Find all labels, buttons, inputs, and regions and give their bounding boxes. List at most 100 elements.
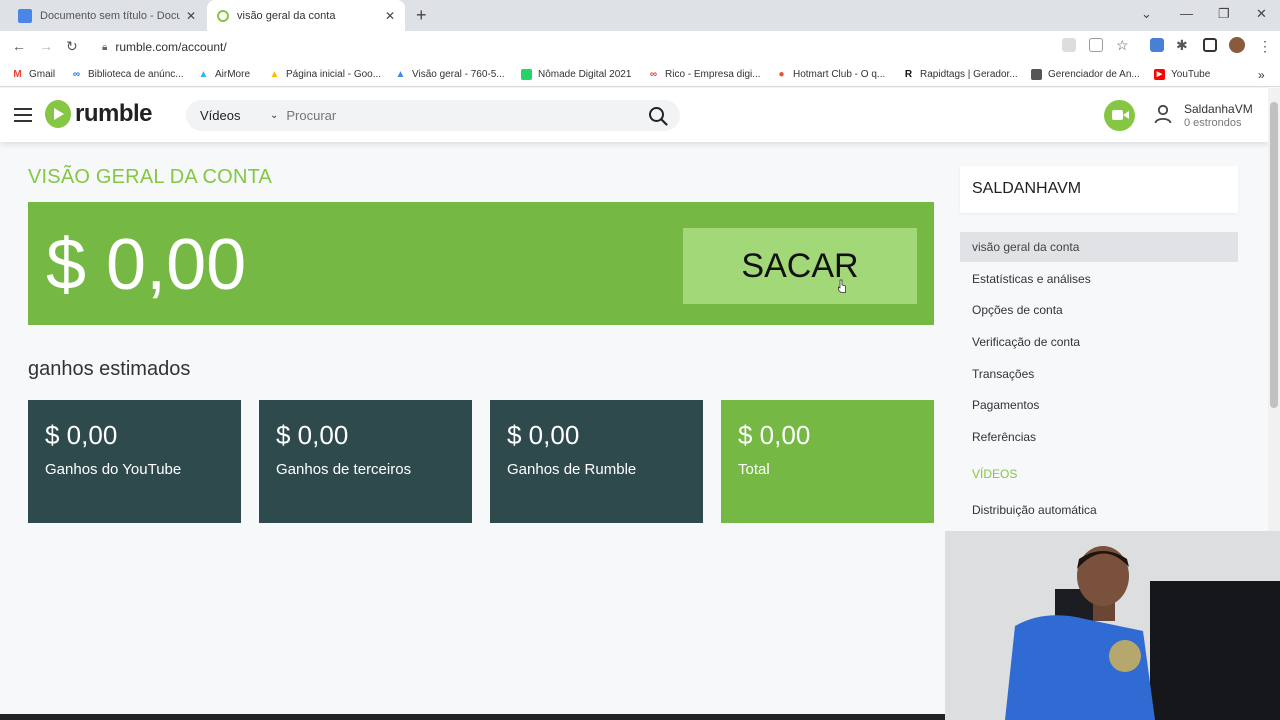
menu-item-account-overview[interactable]: visão geral da conta — [960, 232, 1238, 262]
new-tab-icon[interactable]: + — [416, 5, 427, 26]
close-icon[interactable]: ✕ — [186, 9, 196, 23]
sidepanel-icon[interactable] — [1203, 38, 1217, 52]
star-icon[interactable]: ☆ — [1116, 37, 1129, 54]
logo-text: rumble — [75, 100, 153, 127]
browser-tab-bar: Documento sem título - Docum ✕ visão ger… — [0, 0, 1280, 31]
tab-title: visão geral da conta — [237, 9, 336, 22]
bookmarks-bar: M Gmail ∞ Biblioteca de anúnc... ▲ AirMo… — [0, 62, 1280, 87]
user-icon[interactable] — [1154, 104, 1172, 129]
webcam-person-illustration — [945, 531, 1280, 720]
search-input[interactable] — [286, 108, 647, 123]
bookmark-label: Biblioteca de anúnc... — [88, 69, 184, 80]
extension-icon[interactable] — [1150, 38, 1164, 52]
url-field[interactable]: 🔒︎ rumble.com/account/ — [92, 35, 1052, 59]
bookmark-label: Página inicial - Goo... — [286, 69, 382, 80]
menu-item-auto-distribution[interactable]: Distribuição automática — [960, 495, 1238, 525]
bookmark-airmore[interactable]: ▲ AirMore — [198, 62, 250, 87]
bookmark-nomade[interactable]: Nômade Digital 2021 — [521, 62, 631, 87]
menu-kebab-icon[interactable]: ⋮ — [1258, 38, 1272, 55]
bookmark-label: Rico - Empresa digi... — [665, 69, 761, 80]
upload-video-icon[interactable] — [1104, 100, 1135, 131]
account-name: SALDANHAVM — [972, 180, 1082, 197]
rumble-favicon-icon — [217, 9, 229, 22]
card-value: $ 0,00 — [276, 420, 349, 450]
card-label: Ganhos de Rumble — [507, 461, 637, 478]
user-credits: 0 estrondos — [1184, 117, 1242, 129]
puzzle-icon[interactable]: ✱ — [1176, 37, 1188, 54]
translate-icon[interactable] — [1062, 38, 1076, 52]
bookmark-rico[interactable]: ∞ Rico - Empresa digi... — [648, 62, 761, 87]
whatsapp-icon — [521, 69, 532, 80]
username[interactable]: SaldanhaVM — [1184, 102, 1253, 116]
earnings-title: ganhos estimados — [28, 358, 191, 380]
menu-item-payments[interactable]: Pagamentos — [960, 390, 1238, 420]
card-label: Ganhos do YouTube — [45, 461, 182, 478]
search-icon[interactable] — [648, 106, 668, 131]
rumble-logo[interactable]: rumble — [45, 100, 153, 128]
bookmark-rapidtags[interactable]: R Rapidtags | Gerador... — [903, 62, 1018, 87]
bookmark-hotmart[interactable]: ● Hotmart Club - O q... — [776, 62, 885, 87]
bookmark-label: Rapidtags | Gerador... — [920, 69, 1018, 80]
browser-tab-rumble[interactable]: visão geral da conta ✕ — [207, 0, 405, 31]
search-category-select[interactable]: Vídeos — [200, 108, 270, 123]
google-ads-icon: ▲ — [395, 69, 406, 80]
bookmark-label: YouTube — [1171, 69, 1211, 80]
search-bar: Vídeos ⌄ — [186, 100, 680, 131]
chevron-down-icon[interactable]: ⌄ — [270, 110, 278, 121]
rico-icon: ∞ — [649, 69, 658, 80]
meta-icon: ∞ — [72, 69, 81, 80]
restore-icon[interactable]: ❐ — [1218, 6, 1230, 22]
total-earnings-card: $ 0,00 Total — [721, 400, 934, 523]
window-close-icon[interactable]: ✕ — [1256, 6, 1267, 22]
bookmark-pagina-inicial[interactable]: ▲ Página inicial - Goo... — [269, 62, 382, 87]
menu-item-transactions[interactable]: Transações — [960, 359, 1238, 389]
url-text: rumble.com/account/ — [115, 40, 227, 54]
card-value: $ 0,00 — [45, 420, 118, 450]
account-menu: visão geral da conta Estatísticas e anál… — [960, 232, 1238, 529]
bookmark-visao-geral[interactable]: ▲ Visão geral - 760-5... — [395, 62, 505, 87]
more-bookmarks-icon[interactable]: » — [1258, 62, 1265, 87]
third-party-earnings-card: $ 0,00 Ganhos de terceiros — [259, 400, 472, 523]
video-bottom-bar — [0, 714, 945, 720]
back-icon[interactable]: ← — [12, 38, 26, 54]
menu-item-referrals[interactable]: Referências — [960, 422, 1238, 452]
youtube-icon: ▶ — [1154, 69, 1165, 80]
card-label: Ganhos de terceiros — [276, 461, 412, 478]
menu-item-statistics[interactable]: Estatísticas e análises — [960, 264, 1238, 294]
tab-title: Documento sem título - Docum — [40, 9, 180, 22]
profile-avatar[interactable] — [1229, 37, 1245, 53]
reload-icon[interactable]: ↻ — [66, 38, 78, 55]
card-label: Total — [738, 461, 770, 478]
bookmark-label: Nômade Digital 2021 — [538, 69, 632, 80]
browser-tab-docs[interactable]: Documento sem título - Docum ✕ — [8, 0, 206, 31]
bookmark-label: Visão geral - 760-5... — [412, 69, 505, 80]
google-ads-icon: ▲ — [269, 69, 280, 80]
bookmark-gerenciador[interactable]: Gerenciador de An... — [1031, 62, 1140, 87]
hand-cursor-icon — [838, 279, 846, 293]
close-icon[interactable]: ✕ — [385, 9, 395, 23]
youtube-earnings-card: $ 0,00 Ganhos do YouTube — [28, 400, 241, 523]
rapidtags-icon: R — [904, 69, 913, 80]
rumble-earnings-card: $ 0,00 Ganhos de Rumble — [490, 400, 703, 523]
share-icon[interactable] — [1089, 38, 1103, 52]
airmore-icon: ▲ — [198, 69, 209, 80]
withdraw-button[interactable]: SACAR — [683, 228, 917, 304]
menu-item-account-verification[interactable]: Verificação de conta — [960, 327, 1238, 357]
hamburger-menu-icon[interactable] — [14, 108, 32, 126]
forward-icon[interactable]: → — [39, 38, 53, 54]
balance-panel: $ 0,00 SACAR — [28, 202, 934, 325]
tab-search-icon[interactable]: ⌄ — [1141, 6, 1152, 22]
scrollbar-thumb[interactable] — [1270, 102, 1278, 408]
bookmark-label: AirMore — [215, 69, 251, 80]
menu-item-account-options[interactable]: Opções de conta — [960, 295, 1238, 325]
ads-manager-icon — [1031, 69, 1042, 80]
bookmark-biblioteca[interactable]: ∞ Biblioteca de anúnc... — [71, 62, 184, 87]
bookmark-gmail[interactable]: M Gmail — [12, 62, 55, 87]
bookmark-label: Gerenciador de An... — [1048, 69, 1140, 80]
bookmark-youtube[interactable]: ▶ YouTube — [1154, 62, 1210, 87]
lock-icon: 🔒︎ — [102, 41, 108, 53]
account-name-box: SALDANHAVM — [960, 166, 1238, 213]
card-value: $ 0,00 — [507, 420, 580, 450]
minimize-icon[interactable]: — — [1180, 6, 1193, 21]
rumble-logo-icon — [45, 100, 71, 128]
